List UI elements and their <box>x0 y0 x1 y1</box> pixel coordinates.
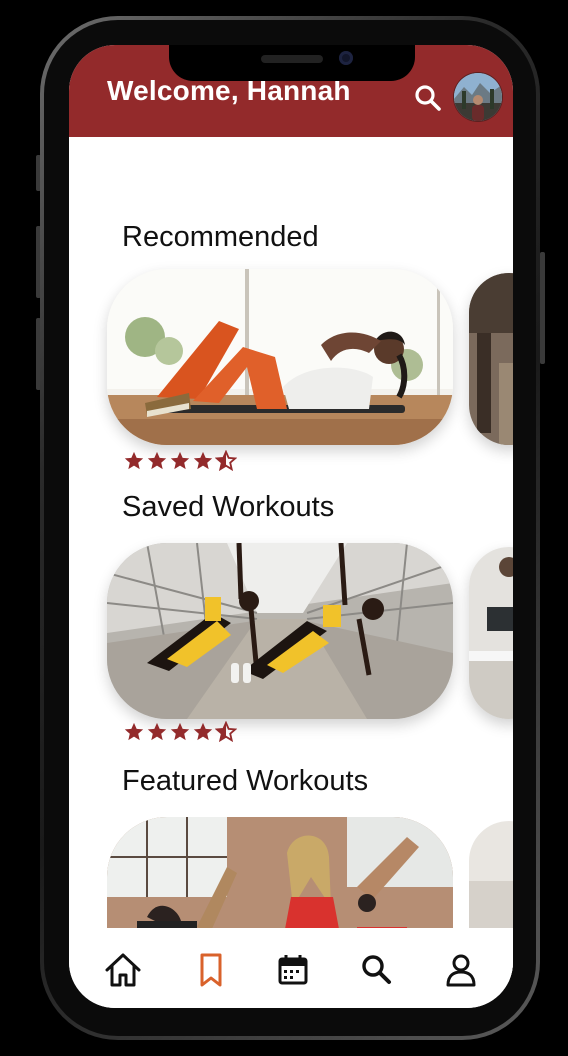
calendar-icon <box>278 955 308 985</box>
power-button <box>540 252 545 364</box>
star-full-icon <box>193 722 213 741</box>
saved-rating-stars <box>123 721 237 743</box>
section-title-featured-workouts: Featured Workouts <box>122 765 369 797</box>
bookmark-icon <box>200 953 222 987</box>
recommended-rating-stars <box>123 450 237 472</box>
nav-search[interactable] <box>357 950 397 990</box>
star-full-icon <box>170 451 190 470</box>
search-icon <box>362 955 391 984</box>
star-half-icon <box>215 450 237 472</box>
saved-peek-card[interactable] <box>469 547 513 719</box>
section-title-saved-workouts: Saved Workouts <box>122 491 335 523</box>
star-half-icon <box>215 721 237 743</box>
nav-calendar[interactable] <box>273 950 313 990</box>
star-full-icon <box>147 451 167 470</box>
nav-profile[interactable] <box>441 950 481 990</box>
phone-notch <box>169 45 415 81</box>
star-full-icon <box>147 722 167 741</box>
bottom-nav <box>69 928 513 1008</box>
section-title-recommended: Recommended <box>122 221 319 253</box>
front-camera <box>339 51 353 65</box>
star-full-icon <box>170 722 190 741</box>
home-icon <box>105 953 141 987</box>
speaker-grille <box>261 55 323 63</box>
nav-saved[interactable] <box>191 950 231 990</box>
profile-icon <box>446 954 476 987</box>
app-screen: Welcome, Hannah Recommended Saved Workou… <box>69 45 513 1008</box>
search-icon[interactable] <box>413 83 443 113</box>
star-full-icon <box>193 451 213 470</box>
recommended-workout-card[interactable] <box>107 269 453 445</box>
saved-workout-card[interactable] <box>107 543 453 719</box>
star-full-icon <box>124 451 144 470</box>
recommended-peek-card[interactable] <box>469 273 513 445</box>
star-full-icon <box>124 722 144 741</box>
nav-home[interactable] <box>103 950 143 990</box>
avatar[interactable] <box>454 73 502 121</box>
